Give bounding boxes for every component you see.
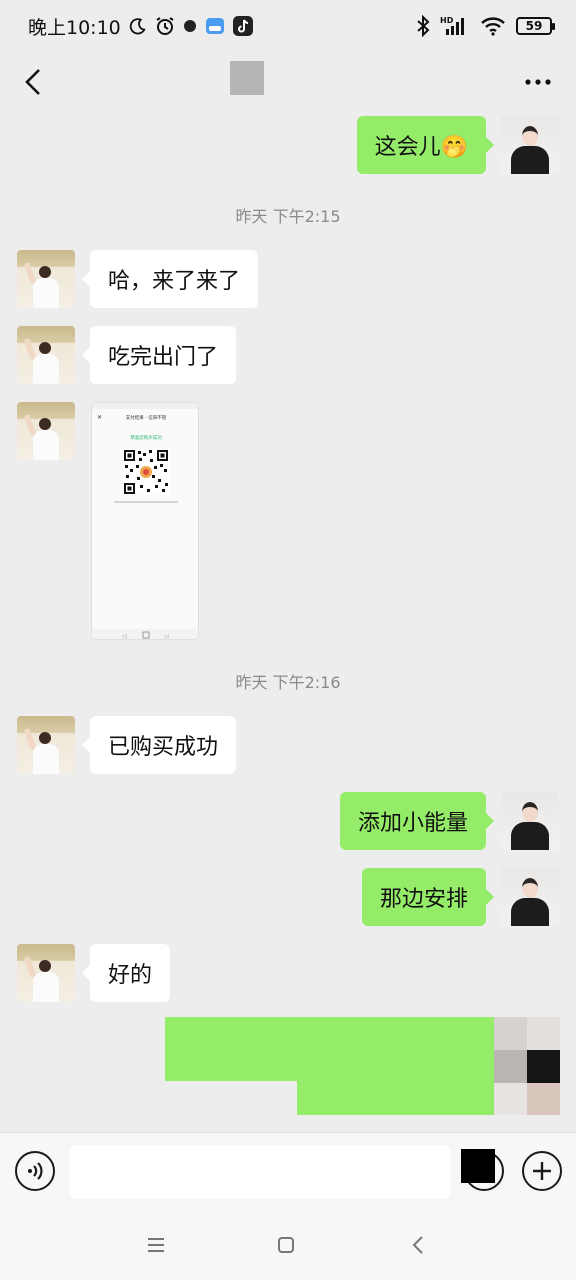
moon-icon [129,17,147,35]
thumb-title: 支付结果 - 信阳不管 [126,414,167,421]
image-message[interactable]: ✕ 支付结果 - 信阳不管 恭喜您购买成功 ◁ ▭ [91,402,199,640]
message-bubble-out[interactable]: 那边安排 [361,868,495,926]
back-arrow-icon [412,1236,423,1254]
contact-avatar[interactable] [17,402,75,460]
home-button[interactable] [271,1230,301,1260]
message-text: 添加小能量 [357,811,468,836]
contact-avatar[interactable] [17,716,75,774]
contact-avatar[interactable] [17,250,75,308]
message-bubble-out[interactable]: 这会儿🤭 [356,116,495,174]
message-text: 好的 [108,963,153,988]
svg-text:✕: ✕ [97,414,102,421]
message-text: 哈，来了来了 [108,269,241,294]
input-bar [0,1132,576,1210]
tiktok-icon [232,16,253,36]
plus-icon [533,1162,551,1180]
timestamp: 昨天 下午2:15 [235,207,341,226]
more-actions-button[interactable] [522,1151,562,1191]
wifi-icon [480,16,506,36]
svg-text:▭: ▭ [164,633,170,640]
my-avatar[interactable] [501,868,559,926]
redaction-square [461,1149,495,1183]
message-text: 吃完出门了 [108,345,219,370]
menu-icon [148,1238,164,1252]
svg-text:◁: ◁ [122,633,127,640]
message-text: 这会儿🤭 [374,135,468,160]
network-label: HD [440,16,454,25]
my-avatar[interactable] [501,792,559,850]
message-bubble-in[interactable]: 吃完出门了 [81,326,237,384]
signal-icon: HD [440,15,470,37]
voice-icon [28,1162,43,1180]
message-bubble-in[interactable]: 已购买成功 [81,716,237,774]
more-options-button[interactable] [518,62,558,102]
recent-apps-button[interactable] [141,1230,171,1260]
contact-name-redacted [230,61,264,95]
voice-input-button[interactable] [15,1151,55,1191]
timestamp: 昨天 下午2:16 [235,673,341,692]
dot-icon [183,19,197,33]
message-bubble-in[interactable]: 好的 [81,944,171,1002]
my-avatar[interactable] [501,116,559,174]
status-bar: 晚上10:10 HD 59 [0,0,576,52]
home-icon [278,1237,294,1253]
message-text: 那边安排 [379,887,468,912]
system-nav-bar [0,1210,576,1280]
contact-avatar[interactable] [17,326,75,384]
message-list[interactable]: 这会儿🤭 昨天 下午2:15 哈，来了来了 吃完出门了 ✕ 支付结果 - 信阳不… [0,112,576,1132]
contact-avatar[interactable] [17,944,75,1002]
battery-indicator: 59 [516,17,555,35]
back-button[interactable] [18,62,48,102]
chevron-left-icon [25,69,40,95]
message-text: 已购买成功 [108,735,219,760]
app-notification-icon [205,16,225,36]
bluetooth-icon [416,15,430,37]
message-bubble-out[interactable]: 添加小能量 [339,792,495,850]
message-input[interactable] [70,1145,450,1199]
status-time: 晚上10:10 [28,16,121,39]
system-back-button[interactable] [403,1230,433,1260]
payment-screenshot-thumbnail: ✕ 支付结果 - 信阳不管 恭喜您购买成功 ◁ ▭ [92,403,198,640]
thumb-status: 恭喜您购买成功 [130,434,162,441]
message-bubble-in[interactable]: 哈，来了来了 [81,250,259,308]
alarm-icon [155,16,175,36]
chat-header [0,52,576,112]
more-icon [525,79,551,85]
